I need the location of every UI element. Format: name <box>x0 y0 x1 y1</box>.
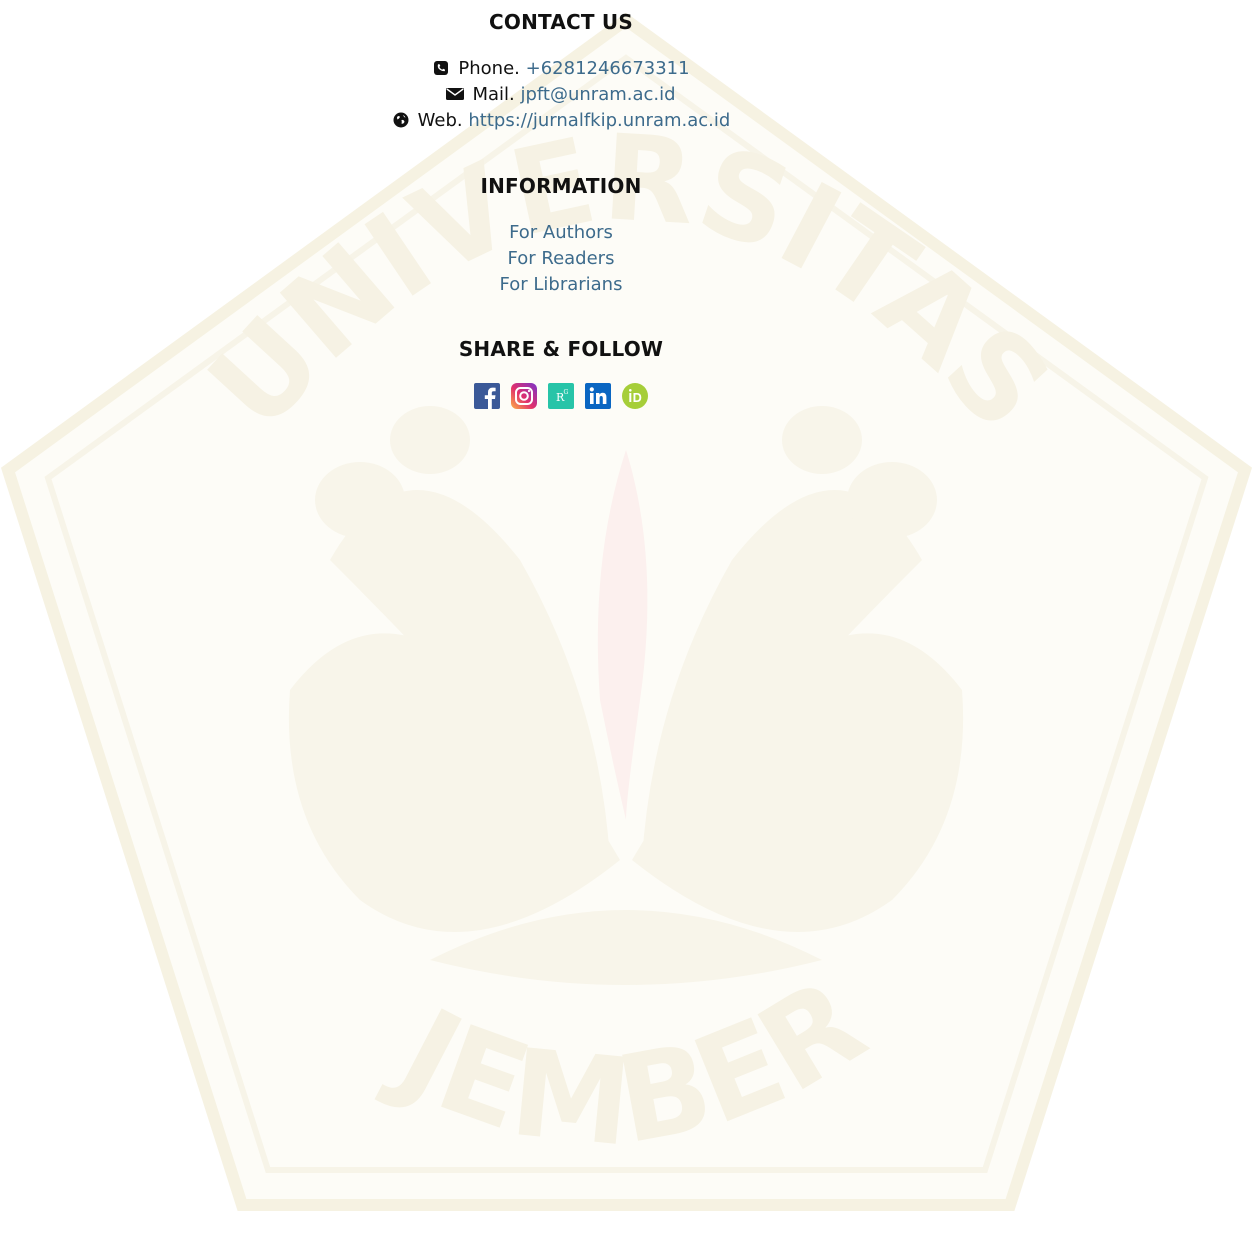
svg-text:G: G <box>564 389 569 396</box>
list-item: For Authors <box>0 220 1122 246</box>
linkedin-icon[interactable] <box>585 383 611 409</box>
information-links: For Authors For Readers For Librarians <box>0 220 1122 298</box>
for-authors-link[interactable]: For Authors <box>509 222 613 243</box>
svg-text:JEMBER: JEMBER <box>372 953 887 1174</box>
social-links: R G <box>0 383 1122 411</box>
phone-link[interactable]: +6281246673311 <box>526 58 690 79</box>
web-link[interactable]: https://jurnalfkip.unram.ac.id <box>468 110 730 131</box>
globe-icon <box>393 112 409 128</box>
contact-list: Phone. +6281246673311 Mail. jpft@unram.a… <box>0 56 1122 134</box>
instagram-icon[interactable] <box>511 383 537 409</box>
phone-label: Phone. <box>458 58 520 79</box>
envelope-icon <box>446 88 465 100</box>
contact-phone-line: Phone. +6281246673311 <box>0 56 1122 82</box>
information-title: INFORMATION <box>480 174 642 198</box>
mail-label: Mail. <box>472 84 515 105</box>
facebook-icon[interactable] <box>474 383 500 409</box>
for-readers-link[interactable]: For Readers <box>508 248 615 269</box>
contact-web-line: Web. https://jurnalfkip.unram.ac.id <box>0 108 1122 134</box>
phone-icon <box>434 61 449 75</box>
list-item: For Librarians <box>0 272 1122 298</box>
share-follow-title: SHARE & FOLLOW <box>458 337 664 361</box>
list-item: For Readers <box>0 246 1122 272</box>
researchgate-icon[interactable]: R G <box>548 383 574 409</box>
footer-content: CONTACT US Phone. +6281246673311 Mail. j… <box>0 0 1122 411</box>
contact-mail-line: Mail. jpft@unram.ac.id <box>0 82 1122 108</box>
mail-link[interactable]: jpft@unram.ac.id <box>520 84 675 105</box>
orcid-icon[interactable] <box>622 383 648 409</box>
web-label: Web. <box>417 110 463 131</box>
contact-title: CONTACT US <box>489 10 633 34</box>
for-librarians-link[interactable]: For Librarians <box>500 274 623 295</box>
